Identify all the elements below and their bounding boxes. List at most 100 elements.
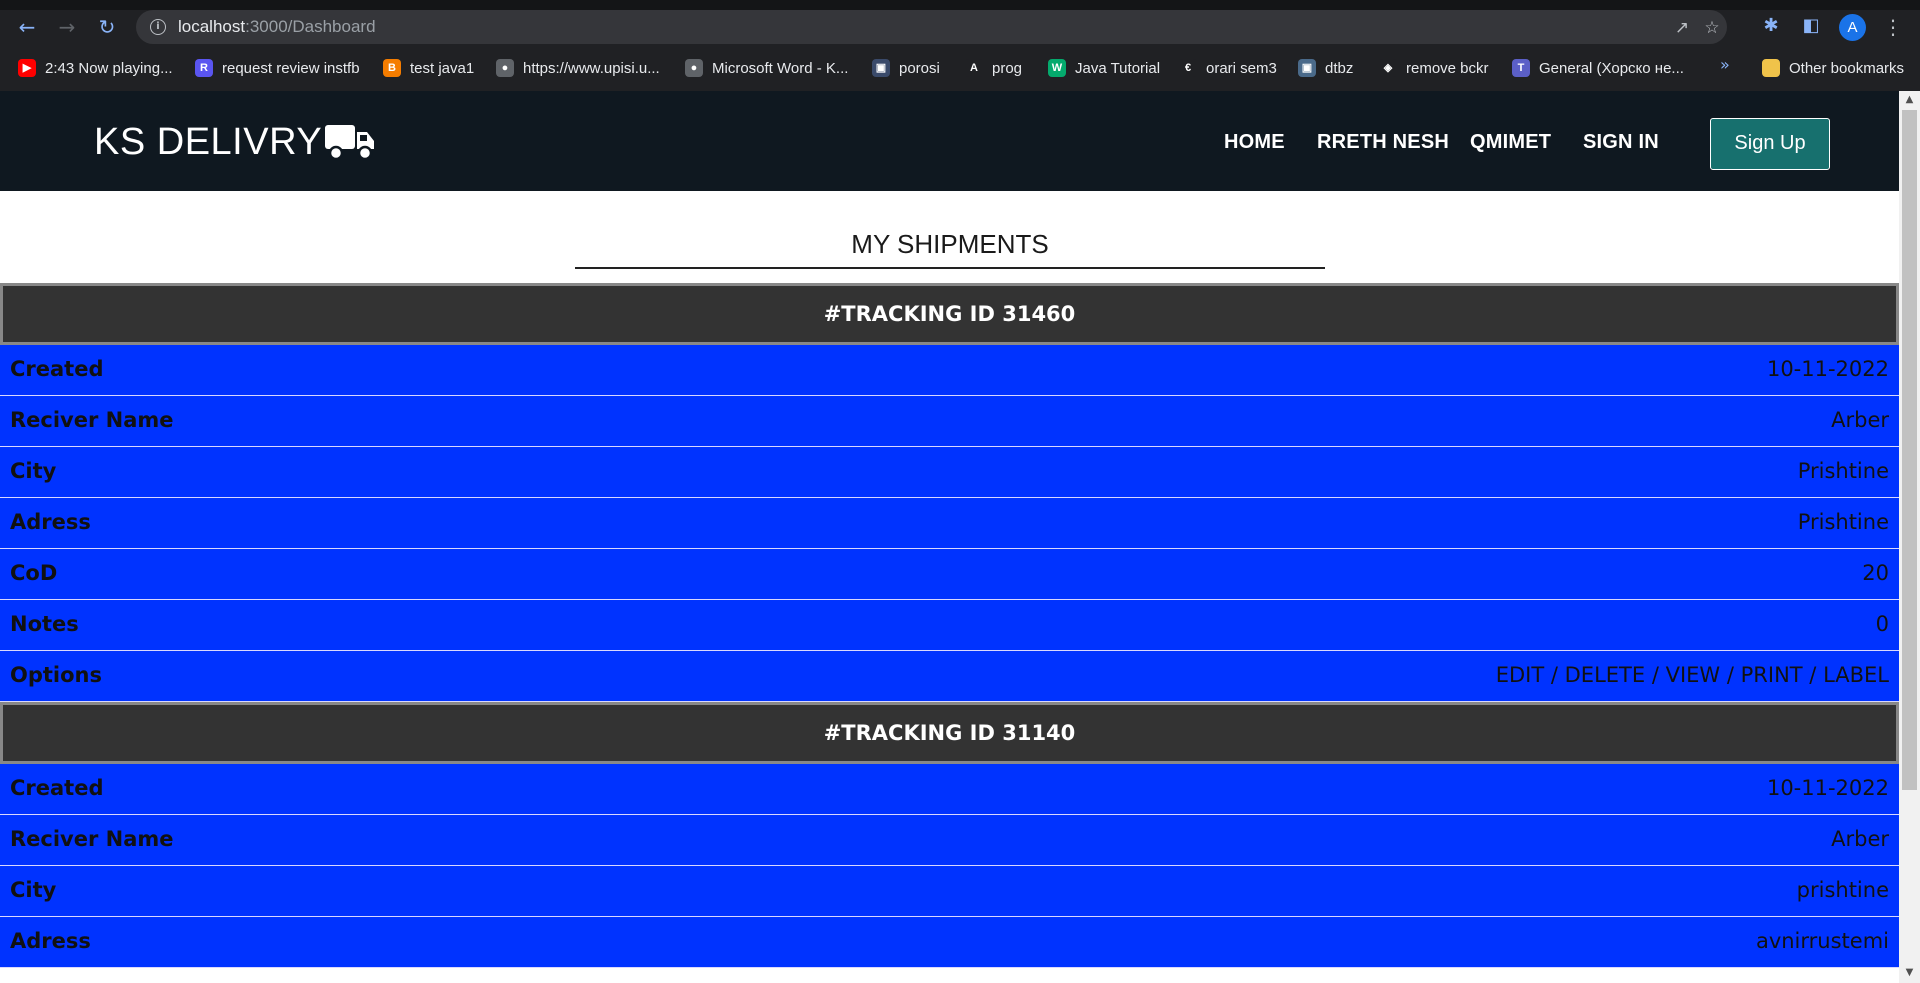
- globe-icon: ●: [496, 59, 514, 77]
- bookmark-label: prog: [992, 59, 1023, 77]
- reload-icon[interactable]: ↻: [92, 12, 122, 42]
- nav-qmimet[interactable]: QMIMET: [1470, 131, 1551, 154]
- blogger-icon: B: [383, 59, 401, 77]
- row-value: 10-11-2022: [1766, 776, 1889, 800]
- nav-sign-in[interactable]: SIGN IN: [1583, 131, 1659, 154]
- bookmark-item[interactable]: W Java Tutorial: [1048, 56, 1160, 80]
- bookmark-item[interactable]: Btest java1: [383, 56, 474, 80]
- row-label: CoD: [10, 561, 58, 585]
- shipment-row: Reciver Name Arber: [0, 396, 1899, 447]
- row-label: City: [10, 459, 57, 483]
- page-title: MY SHIPMENTS: [851, 229, 1049, 259]
- option-label-link[interactable]: LABEL: [1823, 663, 1889, 687]
- teams-icon: T: [1512, 59, 1530, 77]
- shipment-row: Adress Prishtine: [0, 498, 1899, 549]
- bookmark-label: dtbz: [1325, 59, 1354, 77]
- globe-icon: ●: [685, 59, 703, 77]
- w3schools-icon: W: [1048, 59, 1066, 77]
- scroll-up-arrow-icon[interactable]: ▲: [1904, 93, 1915, 107]
- url-text[interactable]: localhost:3000/Dashboard: [178, 17, 376, 37]
- other-bookmarks[interactable]: Other bookmarks: [1762, 56, 1904, 80]
- truck-icon: [325, 125, 374, 161]
- row-label: Created: [10, 776, 104, 800]
- option-view-link[interactable]: VIEW: [1666, 663, 1721, 687]
- page-scrollbar[interactable]: ▲ ▼: [1899, 91, 1920, 983]
- row-label: Created: [10, 357, 104, 381]
- scroll-thumb[interactable]: [1902, 110, 1917, 790]
- bookmarks-overflow-icon[interactable]: »: [1720, 55, 1730, 74]
- row-label: City: [10, 878, 57, 902]
- row-label: Adress: [10, 510, 91, 534]
- row-label: Notes: [10, 612, 79, 636]
- bookmark-item[interactable]: T General (Хорско не...: [1512, 56, 1684, 80]
- bookmark-item[interactable]: € orari sem3: [1179, 56, 1277, 80]
- site-header: KS DELIVRY HOME RRETH NESH QMIMET SIGN I…: [0, 91, 1899, 191]
- row-label: Reciver Name: [10, 408, 174, 432]
- row-value: avnirrustemi: [1755, 929, 1889, 953]
- options-label: Options: [10, 663, 102, 687]
- request-icon: R: [195, 59, 213, 77]
- bookmark-item[interactable]: ▣ porosi: [872, 56, 940, 80]
- row-value: Prishtine: [1797, 459, 1889, 483]
- image-icon: ▣: [1298, 59, 1316, 77]
- tracking-id-heading: #TRACKING ID 31140: [0, 702, 1899, 764]
- option-print-link[interactable]: PRINT: [1741, 663, 1803, 687]
- bookmark-item[interactable]: Rrequest review instfb: [195, 56, 360, 80]
- shipment-row: Adress avnirrustemi: [0, 917, 1899, 968]
- sign-up-button[interactable]: Sign Up: [1710, 118, 1830, 170]
- bookmark-label: porosi: [899, 59, 940, 77]
- title-divider: [575, 267, 1325, 269]
- scroll-down-arrow-icon[interactable]: ▼: [1904, 966, 1915, 980]
- address-bar[interactable]: i localhost:3000/Dashboard ↗ ☆: [136, 10, 1727, 44]
- angular-icon: A: [965, 59, 983, 77]
- side-panel-icon[interactable]: ◧: [1797, 12, 1825, 40]
- options-links: EDIT / DELETE / VIEW / PRINT / LABEL: [1495, 663, 1889, 687]
- youtube-icon: ▶: [18, 59, 36, 77]
- option-delete-link[interactable]: DELETE: [1565, 663, 1646, 687]
- row-label: Reciver Name: [10, 827, 174, 851]
- image-icon: ▣: [872, 59, 890, 77]
- site-info-icon[interactable]: i: [150, 19, 166, 35]
- bookmarks-bar: ▶ 2:43 Now playing... Rrequest review inst…: [0, 52, 1920, 82]
- option-edit-link[interactable]: EDIT: [1496, 663, 1544, 687]
- shipment-row: City Prishtine: [0, 447, 1899, 498]
- bookmark-label: test java1: [410, 59, 475, 77]
- row-value: 20: [1862, 561, 1889, 585]
- extensions-puzzle-icon[interactable]: ✱: [1757, 12, 1785, 40]
- shipment-row: Reciver Name Arber: [0, 815, 1899, 866]
- profile-avatar[interactable]: A: [1839, 14, 1866, 41]
- bookmark-label: orari sem3: [1206, 59, 1277, 77]
- bookmark-label: Java Tutorial: [1075, 59, 1161, 77]
- row-value: Arber: [1831, 827, 1889, 851]
- shipment-row: CoD 20: [0, 549, 1899, 600]
- browser-chrome: ← → ↻ i localhost:3000/Dashboard ↗ ☆ ✱ ◧…: [0, 0, 1920, 91]
- shipment-row: City prishtine: [0, 866, 1899, 917]
- browser-menu-icon[interactable]: ⋮: [1883, 12, 1903, 42]
- bookmark-item[interactable]: Aprog: [965, 56, 1022, 80]
- bookmark-item[interactable]: ▶ 2:43 Now playing...: [18, 56, 173, 80]
- bookmark-label: remove bckr: [1406, 59, 1489, 77]
- share-icon[interactable]: ↗: [1671, 17, 1693, 39]
- row-label: Adress: [10, 929, 91, 953]
- bookmark-item[interactable]: ● Microsoft Word - K...: [685, 56, 848, 80]
- row-value: Prishtine: [1797, 510, 1889, 534]
- row-value: 0: [1875, 612, 1889, 636]
- star-icon[interactable]: ☆: [1701, 17, 1723, 39]
- bookmark-label: 2:43 Now playing...: [45, 59, 173, 77]
- row-value: prishtine: [1796, 878, 1889, 902]
- forward-arrow-icon[interactable]: →: [52, 12, 82, 42]
- shipment-row: Created 10-11-2022: [0, 345, 1899, 396]
- shipment-row: Notes 0: [0, 600, 1899, 651]
- bookmark-item[interactable]: ● https://www.upisi.u...: [496, 56, 660, 80]
- folder-icon: [1762, 59, 1780, 77]
- bookmark-label: General (Хорско не...: [1539, 59, 1684, 77]
- bookmark-item[interactable]: ▣ dtbz: [1298, 56, 1353, 80]
- back-arrow-icon[interactable]: ←: [12, 12, 42, 42]
- shipment-row: Created 10-11-2022: [0, 764, 1899, 815]
- bookmark-label: request review instfb: [222, 59, 360, 77]
- page-viewport: KS DELIVRY HOME RRETH NESH QMIMET SIGN I…: [0, 91, 1899, 983]
- nav-rreth-nesh[interactable]: RRETH NESH: [1317, 131, 1449, 154]
- brand-logo[interactable]: KS DELIVRY: [94, 121, 322, 164]
- nav-home[interactable]: HOME: [1224, 131, 1285, 154]
- bookmark-item[interactable]: ◈ remove bckr: [1379, 56, 1489, 80]
